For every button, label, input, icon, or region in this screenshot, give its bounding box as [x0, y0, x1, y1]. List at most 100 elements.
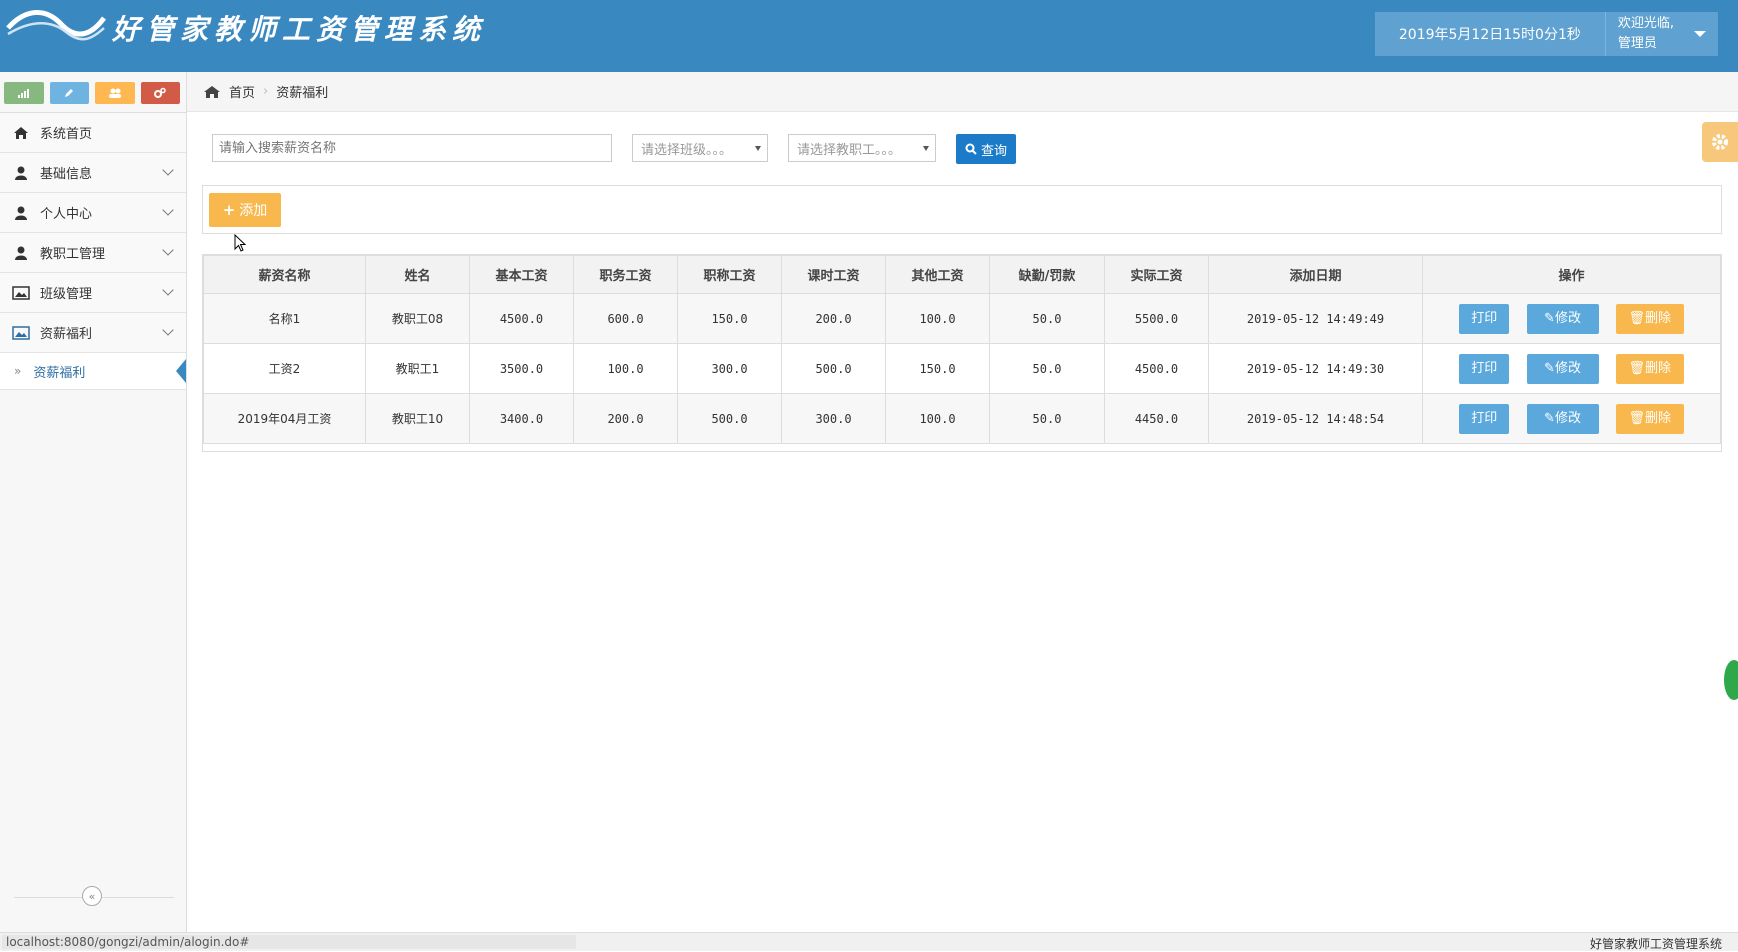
- sidebar-item-label: 教职工管理: [40, 247, 106, 262]
- signal-icon: [17, 89, 29, 98]
- table-cell: 教职工08: [365, 293, 470, 344]
- footer-system-name: 好管家教师工资管理系统: [1589, 937, 1722, 951]
- status-bar: localhost:8080/gongzi/admin/alogin.do# 好…: [0, 932, 1738, 951]
- caret-down-icon: [1694, 31, 1706, 37]
- table-cell: 3500.0: [469, 343, 574, 394]
- query-button[interactable]: 查询: [956, 134, 1016, 164]
- column-header: 实际工资: [1104, 255, 1209, 294]
- table-cell: 50.0: [989, 343, 1105, 394]
- sidebar-item-salary-benefits[interactable]: 资薪福利: [0, 313, 186, 353]
- breadcrumb-home-link[interactable]: 首页: [229, 82, 255, 101]
- column-header: 职务工资: [573, 255, 678, 294]
- edit-label: 修改: [1554, 310, 1581, 326]
- edit-button[interactable]: ✎修改: [1526, 403, 1599, 434]
- staff-select[interactable]: 请选择教职工。。。: [788, 134, 936, 162]
- header-bar: 好管家教师工资管理系统 2019年5月12日15时0分1秒 欢迎光临, 管理员: [0, 0, 1738, 72]
- datetime-display: 2019年5月12日15时0分1秒: [1374, 12, 1606, 56]
- column-header: 其他工资: [885, 255, 990, 294]
- column-header: 课时工资: [781, 255, 886, 294]
- column-header: 职称工资: [677, 255, 782, 294]
- plus-icon: +: [222, 201, 236, 219]
- table-cell: 100.0: [573, 343, 678, 394]
- salary-table: 薪资名称 姓名 基本工资 职务工资 职称工资 课时工资 其他工资 缺勤/罚款 实…: [202, 254, 1722, 452]
- delete-label: 删除: [1644, 360, 1671, 376]
- sidebar: 系统首页 基础信息 个人中心 教职工管理 班级管理 资薪福利 » 资薪福利 «: [0, 72, 187, 932]
- sidebar-subitem-label: 资薪福利: [33, 365, 86, 381]
- trash-icon: 🗑: [1628, 310, 1645, 326]
- table-cell: 2019年04月工资: [203, 393, 366, 444]
- edit-button[interactable]: ✎修改: [1526, 353, 1599, 384]
- delete-button[interactable]: 🗑删除: [1615, 403, 1684, 434]
- home-icon: [204, 85, 220, 98]
- sidebar-item-personal-center[interactable]: 个人中心: [0, 193, 186, 233]
- table-cell: 5500.0: [1104, 293, 1209, 344]
- table-cell: 200.0: [573, 393, 678, 444]
- breadcrumb: 首页 › 资薪福利: [187, 72, 1738, 112]
- active-indicator: [176, 359, 186, 383]
- delete-label: 删除: [1644, 410, 1671, 426]
- sidebar-item-class-management[interactable]: 班级管理: [0, 273, 186, 313]
- sidebar-item-label: 基础信息: [40, 167, 93, 182]
- chevron-down-icon: [162, 204, 174, 216]
- table-cell: 3400.0: [469, 393, 574, 444]
- shortcut-edit-button[interactable]: [49, 82, 89, 104]
- table-cell: 600.0: [573, 293, 678, 344]
- users-icon: [108, 88, 121, 98]
- sidebar-item-label: 班级管理: [40, 287, 93, 302]
- class-select[interactable]: 请选择班级。。。: [632, 134, 768, 162]
- chevron-down-icon: [162, 324, 174, 336]
- shortcut-users-button[interactable]: [95, 82, 135, 104]
- shortcut-settings-button[interactable]: [140, 82, 180, 104]
- user-menu[interactable]: 欢迎光临, 管理员: [1605, 12, 1718, 56]
- column-header: 姓名: [365, 255, 470, 294]
- app-title: 好管家教师工资管理系统: [112, 13, 487, 46]
- status-url: localhost:8080/gongzi/admin/alogin.do#: [2, 935, 576, 949]
- table-cell: 教职工10: [365, 393, 470, 444]
- action-cell: 打印 ✎修改 🗑删除: [1422, 393, 1721, 444]
- table-row: 2019年04月工资 教职工10 3400.0 200.0 500.0 300.…: [203, 393, 1721, 444]
- cogs-icon: [154, 87, 166, 98]
- sidebar-collapse-button[interactable]: «: [82, 886, 102, 906]
- user-name: 管理员: [1617, 36, 1657, 51]
- double-angle-right-icon: »: [14, 364, 22, 378]
- table-cell: 2019-05-12 14:49:30: [1208, 343, 1423, 394]
- edit-button[interactable]: ✎修改: [1526, 303, 1599, 334]
- sidebar-item-basic-info[interactable]: 基础信息: [0, 153, 186, 193]
- sidebar-item-staff-management[interactable]: 教职工管理: [0, 233, 186, 273]
- sidebar-item-label: 个人中心: [40, 207, 93, 222]
- table-cell: 名称1: [203, 293, 366, 344]
- edit-label: 修改: [1554, 360, 1581, 376]
- user-icon: [12, 205, 30, 221]
- chevron-down-icon: [162, 284, 174, 296]
- edit-icon: ✎: [1544, 410, 1555, 426]
- add-button[interactable]: + 添加: [209, 193, 281, 227]
- table-header-row: 薪资名称 姓名 基本工资 职务工资 职称工资 课时工资 其他工资 缺勤/罚款 实…: [203, 255, 1721, 294]
- search-icon: [965, 143, 977, 155]
- delete-button[interactable]: 🗑删除: [1615, 303, 1684, 334]
- table-cell: 200.0: [781, 293, 886, 344]
- table-cell: 4450.0: [1104, 393, 1209, 444]
- column-header: 添加日期: [1208, 255, 1423, 294]
- staff-select-value: 请选择教职工。。。: [797, 142, 902, 158]
- user-icon: [12, 245, 30, 261]
- action-cell: 打印 ✎修改 🗑删除: [1422, 293, 1721, 344]
- chevron-down-icon: [162, 244, 174, 256]
- table-cell: 300.0: [781, 393, 886, 444]
- print-button[interactable]: 打印: [1459, 303, 1510, 334]
- sidebar-item-home[interactable]: 系统首页: [0, 113, 186, 153]
- salary-name-search-input[interactable]: [212, 134, 612, 162]
- shortcut-stats-button[interactable]: [4, 82, 44, 104]
- sidebar-subitem-salary-benefits[interactable]: » 资薪福利: [0, 353, 186, 390]
- table-cell: 50.0: [989, 393, 1105, 444]
- table-cell: 150.0: [677, 293, 782, 344]
- sidebar-item-label: 资薪福利: [40, 327, 93, 342]
- print-button[interactable]: 打印: [1459, 353, 1510, 384]
- table-cell: 2019-05-12 14:48:54: [1208, 393, 1423, 444]
- chevron-down-icon: [162, 164, 174, 176]
- home-icon: [12, 125, 30, 141]
- delete-button[interactable]: 🗑删除: [1615, 353, 1684, 384]
- edit-icon: ✎: [1544, 310, 1555, 326]
- print-button[interactable]: 打印: [1459, 403, 1510, 434]
- floating-widget[interactable]: [1722, 658, 1738, 702]
- settings-panel-toggle[interactable]: [1702, 122, 1738, 162]
